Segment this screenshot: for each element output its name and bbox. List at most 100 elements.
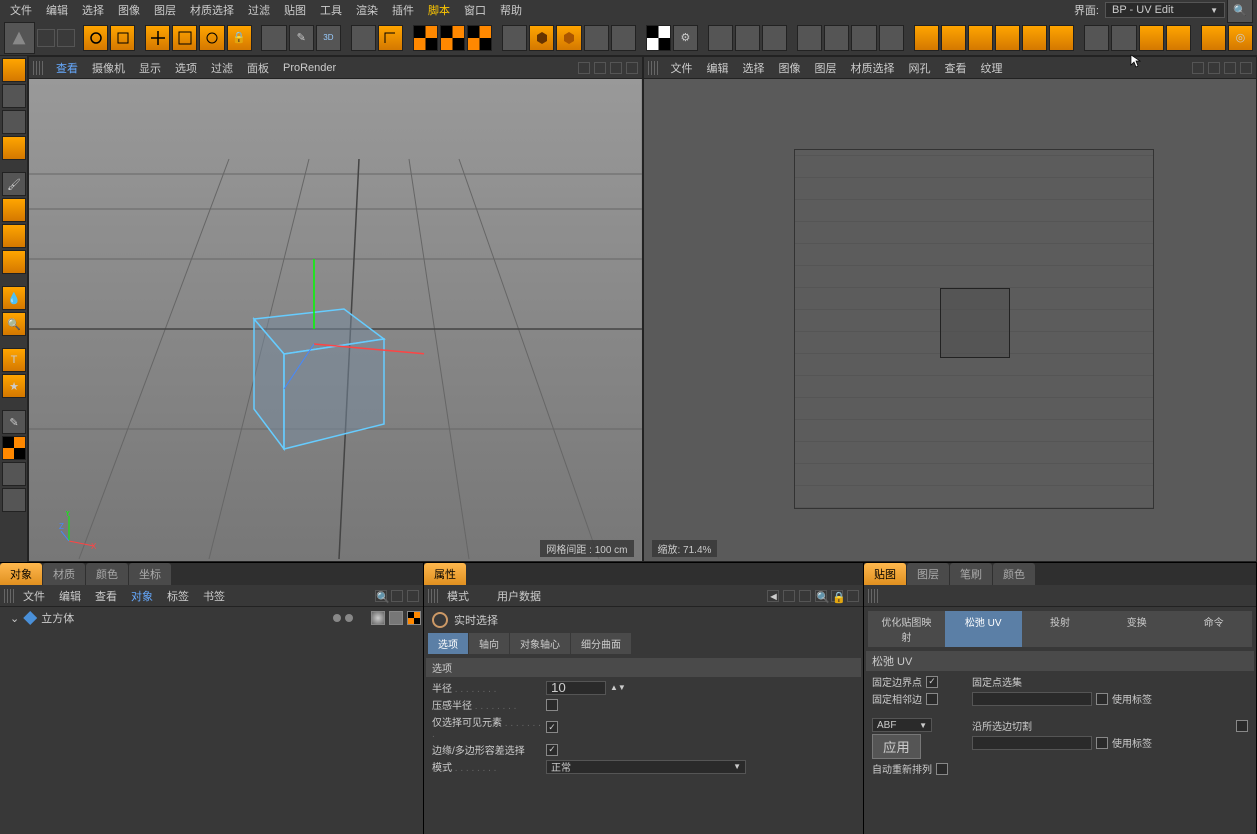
uvw-tag-icon[interactable] <box>407 611 421 625</box>
vp-menu-options[interactable]: 选项 <box>170 60 202 76</box>
expand-icon[interactable]: ⌄ <box>10 612 19 625</box>
cube-wire-icon[interactable] <box>502 25 527 51</box>
visible-dot-icon[interactable] <box>333 614 341 622</box>
home-icon[interactable] <box>391 590 403 602</box>
stack-2-icon[interactable] <box>1166 25 1191 51</box>
rotate-tool[interactable] <box>199 25 224 51</box>
menu-material-select[interactable]: 材质选择 <box>184 0 240 20</box>
modetab-relax[interactable]: 松弛 UV <box>945 611 1022 647</box>
attr-menu-userdata[interactable]: 用户数据 <box>492 588 546 604</box>
grip-icon[interactable] <box>33 61 43 75</box>
scale-tool[interactable] <box>172 25 197 51</box>
layout-select[interactable]: BP - UV Edit ▼ <box>1105 2 1225 18</box>
checker-btn-3[interactable] <box>467 25 492 51</box>
pointsel-input[interactable] <box>972 692 1092 706</box>
bucket-icon[interactable]: 💧 <box>2 286 26 310</box>
arrow-right-icon[interactable] <box>799 590 811 602</box>
cube-shaded-icon[interactable] <box>556 25 581 51</box>
coord-tool[interactable] <box>378 25 403 51</box>
point-mode-icon[interactable] <box>2 136 26 160</box>
pack-1-icon[interactable] <box>1084 25 1109 51</box>
align-1-icon[interactable] <box>797 25 822 51</box>
uv-grid-3-icon[interactable] <box>762 25 787 51</box>
tab-layers[interactable]: 图层 <box>907 563 949 585</box>
uv-grid-2-icon[interactable] <box>735 25 760 51</box>
cube-ghost-icon[interactable] <box>584 25 609 51</box>
mirror-h-icon[interactable] <box>914 25 939 51</box>
tab-color[interactable]: 颜色 <box>993 563 1035 585</box>
menu-image[interactable]: 图像 <box>112 0 146 20</box>
nav-zoom-icon[interactable] <box>594 62 606 74</box>
pressure-radius-checkbox[interactable] <box>546 699 558 711</box>
nav-maximize-icon[interactable] <box>626 62 638 74</box>
uv-menu-image[interactable]: 图像 <box>774 60 806 76</box>
nav-zoom-icon[interactable] <box>1240 62 1252 74</box>
fix-neighbor-checkbox[interactable] <box>926 693 938 705</box>
nav-pan-icon[interactable] <box>1224 62 1236 74</box>
menu-filter[interactable]: 过滤 <box>242 0 276 20</box>
vp-menu-view[interactable]: 查看 <box>51 60 83 76</box>
rotate-ccw-icon[interactable] <box>1049 25 1074 51</box>
modetab-transform[interactable]: 变换 <box>1098 611 1175 647</box>
menu-file[interactable]: 文件 <box>4 0 38 20</box>
magnify-icon[interactable]: 🔍 <box>2 312 26 336</box>
gear-icon[interactable]: ⚙ <box>673 25 698 51</box>
eye-icon[interactable] <box>407 590 419 602</box>
uv-menu-material[interactable]: 材质选择 <box>846 60 900 76</box>
spinner-icon[interactable]: ▲▼ <box>610 683 626 692</box>
arrow-left-icon[interactable]: ◄ <box>767 590 779 602</box>
fix-boundary-checkbox[interactable] <box>926 676 938 688</box>
checker-display-icon[interactable] <box>646 25 671 51</box>
menu-render[interactable]: 渲染 <box>350 0 384 20</box>
uv-menu-mesh[interactable]: 网孔 <box>904 60 936 76</box>
tab-materials[interactable]: 材质 <box>43 563 85 585</box>
obj-menu-object[interactable]: 对象 <box>126 588 158 604</box>
up-icon[interactable] <box>783 590 795 602</box>
tab-attributes[interactable]: 属性 <box>424 563 466 585</box>
uv-menu-select[interactable]: 选择 <box>738 60 770 76</box>
eyedrop-icon[interactable]: ✎ <box>2 410 26 434</box>
auto-realign-checkbox[interactable] <box>936 763 948 775</box>
nav-pan-icon[interactable] <box>578 62 590 74</box>
use-tag-2-checkbox[interactable] <box>1096 737 1108 749</box>
model-mode-icon[interactable] <box>2 58 26 82</box>
obj-menu-tags[interactable]: 标签 <box>162 588 194 604</box>
apply-button[interactable]: 应用 <box>872 734 921 759</box>
edge-tolerance-checkbox[interactable] <box>546 744 558 756</box>
live-select-tool[interactable] <box>83 25 108 51</box>
misc-icon[interactable] <box>2 488 26 512</box>
vp-menu-prorender[interactable]: ProRender <box>278 62 341 74</box>
star-icon[interactable]: ★ <box>2 374 26 398</box>
stack-1-icon[interactable] <box>1139 25 1164 51</box>
vp-menu-camera[interactable]: 摄像机 <box>87 60 130 76</box>
fit-icon[interactable] <box>995 25 1020 51</box>
align-4-icon[interactable] <box>879 25 904 51</box>
frame-icon[interactable] <box>2 250 26 274</box>
uv-menu-layer[interactable]: 图层 <box>810 60 842 76</box>
grip-icon[interactable] <box>4 589 14 603</box>
tab-objects[interactable]: 对象 <box>0 563 42 585</box>
redo-icon[interactable] <box>57 29 75 47</box>
tab-texture[interactable]: 贴图 <box>864 563 906 585</box>
uv-menu-file[interactable]: 文件 <box>666 60 698 76</box>
use-tag-1-checkbox[interactable] <box>1096 693 1108 705</box>
pin-icon[interactable] <box>1201 25 1226 51</box>
menu-plugins[interactable]: 插件 <box>386 0 420 20</box>
lock-tool[interactable]: 🔒 <box>227 25 252 51</box>
mirror-v-icon[interactable] <box>941 25 966 51</box>
material-tag-icon[interactable] <box>371 611 385 625</box>
object-mode-icon[interactable] <box>2 84 26 108</box>
obj-menu-view[interactable]: 查看 <box>90 588 122 604</box>
uv-island[interactable] <box>940 288 1010 358</box>
axis-tool[interactable] <box>261 25 286 51</box>
tab-coords[interactable]: 坐标 <box>129 563 171 585</box>
obj-menu-edit[interactable]: 编辑 <box>54 588 86 604</box>
align-3-icon[interactable] <box>851 25 876 51</box>
stamp-icon[interactable] <box>2 198 26 222</box>
move-tool[interactable] <box>145 25 170 51</box>
grip-icon[interactable] <box>648 61 658 75</box>
lock-icon[interactable]: 🔒 <box>831 590 843 602</box>
vp-menu-panel[interactable]: 面板 <box>242 60 274 76</box>
paint-brush-icon[interactable]: 🖌 <box>2 172 26 196</box>
menu-help[interactable]: 帮助 <box>494 0 528 20</box>
